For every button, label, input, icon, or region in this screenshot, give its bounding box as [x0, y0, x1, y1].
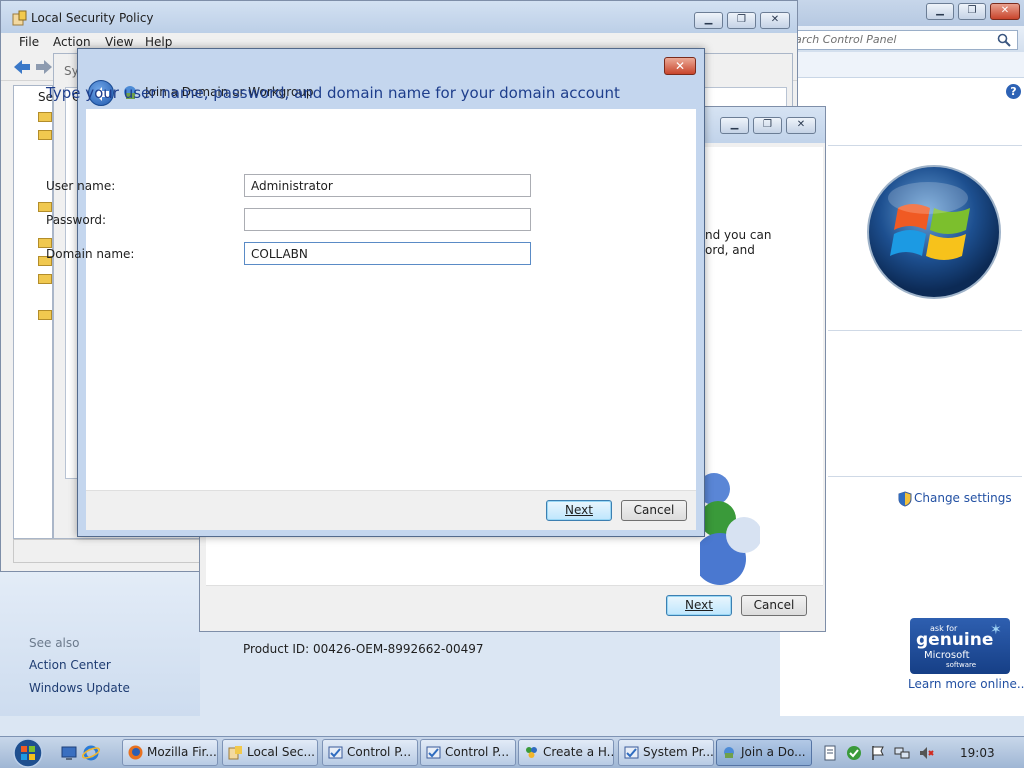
action-center-flag-icon[interactable] [870, 745, 886, 761]
lsp-title: Local Security Policy [31, 11, 154, 25]
lsp-statusbar [13, 539, 203, 563]
task-label: Create a H... [543, 745, 614, 759]
task-label: Local Sec... [247, 745, 315, 759]
close-button[interactable]: ✕ [786, 117, 816, 134]
document-icon[interactable] [822, 745, 838, 761]
start-button-icon[interactable] [6, 737, 46, 768]
clock[interactable]: 19:03 [960, 746, 995, 760]
minimize-button[interactable]: ▁ [720, 117, 749, 134]
minimize-button[interactable]: ▁ [926, 3, 954, 20]
control-panel-icon [328, 746, 343, 759]
folder-icon[interactable] [38, 310, 52, 320]
internet-explorer-icon[interactable] [82, 744, 100, 762]
task-create-homegroup[interactable]: Create a H... [518, 739, 614, 766]
menu-file[interactable]: File [19, 35, 39, 49]
dialog-heading: Type your user name, password, and domai… [46, 84, 620, 102]
task-label: Mozilla Fir... [147, 745, 217, 759]
next-label: Next [565, 503, 593, 517]
domain-label: Domain name: [46, 247, 135, 261]
close-button[interactable]: ✕ [990, 3, 1020, 20]
folder-icon[interactable] [38, 130, 52, 140]
close-button[interactable]: ✕ [664, 57, 696, 75]
task-system-properties[interactable]: System Pr... [618, 739, 714, 766]
task-control-panel-1[interactable]: Control P... [322, 739, 418, 766]
lsp-titlebar: Local Security Policy ▁ ❐ ✕ [1, 1, 797, 33]
domain-name-field[interactable] [244, 242, 531, 265]
back-arrow-icon[interactable] [13, 59, 31, 75]
menu-action[interactable]: Action [53, 35, 91, 49]
system-icon [624, 746, 639, 759]
divider [828, 145, 1022, 146]
task-join-domain[interactable]: Join a Do... [716, 739, 812, 766]
join-domain-dialog: ✕ Join a Domain or Workgroup Next Cancel [77, 48, 705, 537]
genuine-word: genuine [916, 630, 994, 650]
task-label: Control P... [445, 745, 510, 759]
see-also-action-center-link[interactable]: Action Center [29, 658, 111, 672]
search-input[interactable]: arch Control Panel [790, 30, 1018, 50]
genuine-microsoft: Microsoft [924, 650, 970, 661]
firefox-icon [128, 745, 143, 760]
system-wizard-text-line1: nd you can [705, 228, 772, 242]
control-panel-toolbar: arch Control Panel [780, 26, 1024, 52]
homegroup-icon [526, 747, 537, 758]
system-wizard-footer: Next Cancel [206, 585, 823, 629]
close-button[interactable]: ✕ [760, 12, 790, 29]
task-label: System Pr... [643, 745, 714, 759]
next-label: Next [685, 598, 713, 612]
security-policy-icon [228, 746, 242, 760]
maximize-button[interactable]: ❐ [753, 117, 782, 134]
folder-icon[interactable] [38, 202, 52, 212]
windows-logo-icon [867, 165, 1001, 299]
menu-help[interactable]: Help [145, 35, 172, 49]
change-settings-link[interactable]: Change settings [914, 491, 1012, 505]
genuine-microsoft-badge[interactable]: ask for genuine Microsoft software ✶ [910, 618, 1010, 674]
task-control-panel-2[interactable]: Control P... [420, 739, 516, 766]
see-also-windows-update-link[interactable]: Windows Update [29, 681, 130, 695]
network-icon[interactable] [894, 745, 910, 761]
task-firefox[interactable]: Mozilla Fir... [122, 739, 218, 766]
product-id-text: Product ID: 00426-OEM-8992662-00497 [243, 642, 484, 656]
minimize-button[interactable]: ▁ [694, 12, 723, 29]
forward-arrow-icon[interactable] [35, 59, 53, 75]
see-also-title: See also [29, 636, 80, 650]
security-policy-icon [12, 10, 27, 26]
next-button[interactable]: Next [666, 595, 732, 616]
password-field[interactable] [244, 208, 531, 231]
next-button[interactable]: Next [546, 500, 612, 521]
username-field[interactable] [244, 174, 531, 197]
star-icon: ✶ [990, 622, 1002, 638]
maximize-button[interactable]: ❐ [727, 12, 756, 29]
divider [828, 330, 1022, 331]
search-icon[interactable] [997, 33, 1011, 47]
task-label: Join a Do... [741, 745, 806, 759]
learn-more-link[interactable]: Learn more online... [908, 677, 1024, 691]
folder-icon[interactable] [38, 112, 52, 122]
menu-view[interactable]: View [105, 35, 133, 49]
dialog-body [86, 109, 696, 490]
shield-icon [898, 491, 912, 507]
cancel-button[interactable]: Cancel [741, 595, 807, 616]
network-globe-icon [700, 473, 760, 585]
username-label: User name: [46, 179, 116, 193]
system-wizard-text-line2: ord, and [705, 243, 755, 257]
control-panel-icon [426, 746, 441, 759]
control-panel-titlebar: ▁ ❐ ✕ [780, 0, 1024, 26]
show-desktop-icon[interactable] [60, 744, 78, 762]
control-panel-commandbar [780, 52, 1024, 78]
security-check-icon[interactable] [846, 745, 862, 761]
folder-icon[interactable] [38, 274, 52, 284]
task-local-security-policy[interactable]: Local Sec... [222, 739, 318, 766]
search-placeholder: arch Control Panel [795, 33, 897, 46]
network-computer-icon [724, 747, 734, 758]
volume-muted-icon[interactable] [918, 745, 934, 761]
divider [828, 476, 1022, 477]
genuine-software: software [946, 661, 977, 669]
dialog-footer: Next Cancel [86, 490, 696, 530]
help-icon[interactable]: ? [1006, 84, 1021, 99]
task-label: Control P... [347, 745, 412, 759]
lsp-tree-pane: Se [13, 85, 53, 539]
maximize-button[interactable]: ❐ [958, 3, 986, 20]
cancel-button[interactable]: Cancel [621, 500, 687, 521]
password-label: Password: [46, 213, 107, 227]
